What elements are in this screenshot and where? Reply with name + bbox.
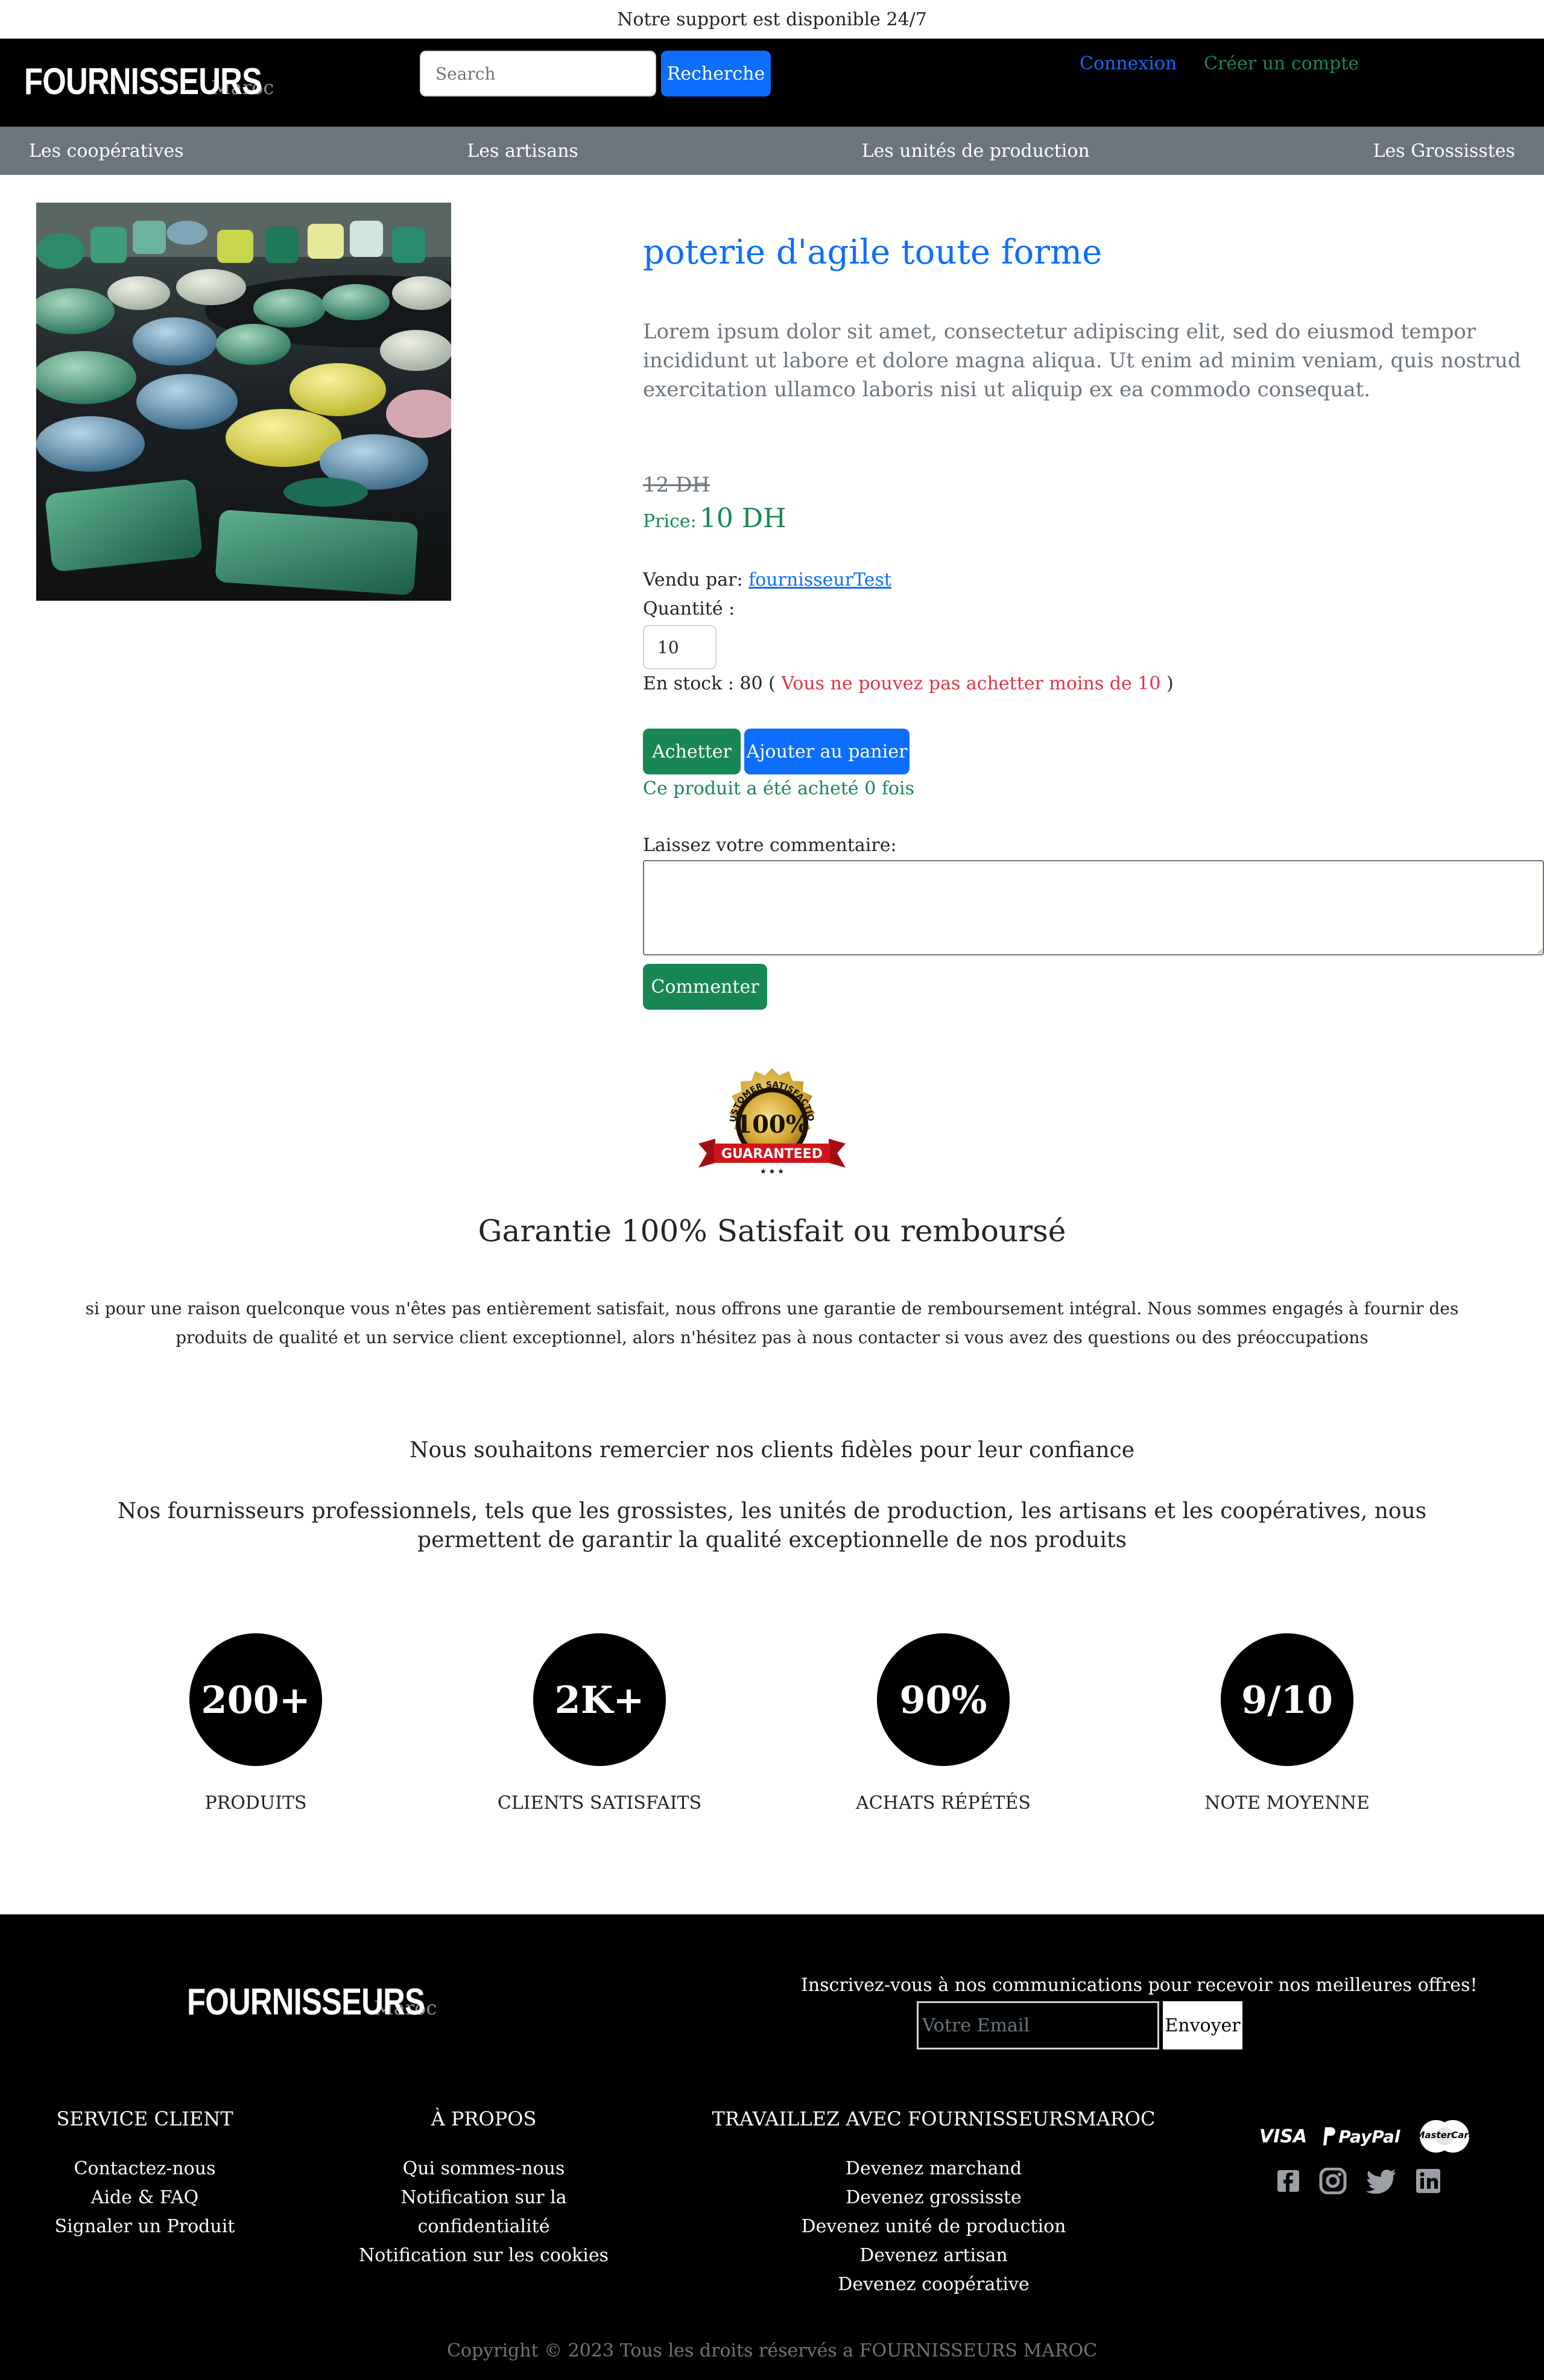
nav-production-units[interactable]: Les unités de production [862, 141, 1090, 162]
signup-link[interactable]: Créer un compte [1204, 53, 1359, 74]
newsletter-email-input[interactable] [917, 2001, 1159, 2049]
category-nav: Les coopératives Les artisans Les unités… [0, 127, 1544, 175]
twitter-icon[interactable] [1365, 2168, 1397, 2196]
old-price: 12 DH [643, 473, 710, 497]
footer-col-work-with-us: TRAVAILLEZ AVEC FOURNISSEURSMAROC Devene… [704, 2107, 1163, 2299]
mastercard-label: MasterCard [1416, 2130, 1475, 2141]
footer-link-merchant[interactable]: Devenez marchand [704, 2154, 1163, 2183]
copyright: Copyright © 2023 Tous les droits réservé… [446, 2340, 1098, 2361]
nav-cooperatives[interactable]: Les coopératives [29, 141, 183, 162]
thanks-heading: Nous souhaitons remercier nos clients fi… [409, 1438, 1135, 1463]
price-value: 10 DH [699, 503, 786, 534]
product-image [36, 203, 451, 601]
comment-textarea[interactable] [643, 860, 1544, 955]
price-label: Price: [643, 511, 697, 532]
badge-mid-text: 100% [735, 1110, 809, 1139]
social-links [1276, 2167, 1441, 2197]
sold-by: Vendu par: fournisseurTest [643, 569, 891, 590]
seller-link[interactable]: fournisseurTest [748, 569, 891, 590]
guarantee-text: si pour une raison quelconque vous n'ête… [85, 1299, 1459, 1347]
footer-link-about-us[interactable]: Qui sommes-nous [333, 2154, 634, 2183]
stat-value: 9/10 [1221, 1633, 1353, 1766]
badge-stars: ★ ★ ★ [760, 1167, 784, 1176]
login-link[interactable]: Connexion [1080, 53, 1177, 74]
comment-button[interactable]: Commenter [643, 964, 767, 1010]
paypal-label: PayPal [1338, 2126, 1400, 2147]
support-banner: Notre support est disponible 24/7 [0, 0, 1544, 39]
nav-wholesalers[interactable]: Les Grossisstes [1373, 141, 1515, 162]
sold-by-label: Vendu par: [643, 569, 743, 590]
stat-label: ACHATS RÉPÉTÉS [856, 1793, 1031, 1814]
stat-value: 90% [877, 1633, 1010, 1766]
stat-clients: 2K+ CLIENTS SATISFAITS [479, 1633, 720, 1814]
paypal-icon: PayPal [1323, 2126, 1400, 2147]
comment-label: Laissez votre commentaire: [643, 835, 897, 856]
product-description: Lorem ipsum dolor sit amet, consectetur … [643, 320, 1521, 402]
footer-link-report[interactable]: Signaler un Produit [24, 2212, 265, 2241]
thanks-text: Nos fournisseurs professionnels, tels qu… [117, 1499, 1427, 1552]
quantity-label: Quantité : [643, 598, 735, 619]
stock-info: En stock : 80 ( Vous ne pouvez pas achet… [643, 673, 1174, 694]
stock-warning: Vous ne pouvez pas achetter moins de 10 [781, 673, 1161, 694]
newsletter-text: Inscrivez-vous à nos communications pour… [801, 1975, 1478, 1996]
footer-col-title: TRAVAILLEZ AVEC FOURNISSEURSMAROC [712, 2107, 1156, 2130]
footer-link-privacy[interactable]: Notification sur la confidentialité [333, 2183, 634, 2241]
visa-icon: VISA [1259, 2125, 1308, 2147]
support-text: Notre support est disponible 24/7 [617, 8, 927, 30]
quantity-input[interactable] [643, 625, 717, 669]
product-title: poterie d'agile toute forme [643, 233, 1103, 272]
price: Price: 10 DH [643, 503, 786, 534]
footer-link-artisan[interactable]: Devenez artisan [704, 2241, 1163, 2270]
footer-col-title: À PROPOS [431, 2107, 537, 2130]
stat-products: 200+ PRODUITS [135, 1633, 376, 1814]
footer-logo-main: FOURNISSEURS [187, 1981, 425, 2023]
stat-rating: 9/10 NOTE MOYENNE [1166, 1633, 1408, 1814]
newsletter-send-button[interactable]: Envoyer [1163, 2001, 1242, 2049]
buy-button[interactable]: Achetter [643, 729, 741, 774]
header: FOURNISSEURS Maroc Recherche Connexion C… [0, 39, 1544, 127]
guarantee-title: Garantie 100% Satisfait ou remboursé [478, 1214, 1066, 1249]
footer-link-faq[interactable]: Aide & FAQ [24, 2183, 265, 2212]
stat-value: 200+ [189, 1633, 322, 1766]
search-input[interactable] [420, 51, 656, 97]
footer-link-wholesaler[interactable]: Devenez grossisste [704, 2183, 1163, 2212]
stat-label: PRODUITS [204, 1793, 307, 1814]
stat-repeat-purchases: 90% ACHATS RÉPÉTÉS [823, 1633, 1064, 1814]
instagram-icon[interactable] [1318, 2167, 1347, 2197]
search-button[interactable]: Recherche [661, 51, 771, 97]
stat-label: CLIENTS SATISFAITS [497, 1793, 702, 1814]
footer-link-cooperative[interactable]: Devenez coopérative [704, 2270, 1163, 2299]
footer-col-about: À PROPOS Qui sommes-nous Notification su… [333, 2107, 634, 2270]
stat-label: NOTE MOYENNE [1204, 1793, 1370, 1814]
badge-banner-text: GUARANTEED [721, 1147, 823, 1162]
linkedin-icon[interactable] [1415, 2168, 1441, 2197]
site-logo[interactable]: FOURNISSEURS Maroc [24, 60, 274, 103]
stat-value: 2K+ [533, 1633, 666, 1766]
footer-col-title: SERVICE CLIENT [56, 2107, 233, 2130]
payment-methods: VISA PayPal MasterCard [1259, 2119, 1475, 2153]
stock-label: En stock : 80 ( [643, 673, 776, 694]
footer-link-contact[interactable]: Contactez-nous [24, 2154, 265, 2183]
footer-col-service: SERVICE CLIENT Contactez-nous Aide & FAQ… [24, 2107, 265, 2241]
logo-main: FOURNISSEURS [24, 61, 262, 103]
nav-artisans[interactable]: Les artisans [467, 141, 578, 162]
footer-logo[interactable]: FOURNISSEURS Maroc [187, 1981, 437, 2024]
paypal-p-glyph [1323, 2127, 1336, 2145]
footer-link-production-unit[interactable]: Devenez unité de production [704, 2212, 1163, 2241]
purchase-count: Ce produit a été acheté 0 fois [643, 778, 914, 799]
add-to-cart-button[interactable]: Ajouter au panier [744, 729, 910, 774]
footer: FOURNISSEURS Maroc Inscrivez-vous à nos … [0, 1914, 1544, 2380]
satisfaction-badge: CUSTOMER SATISFACTION 100% GUARANTEED ★ … [698, 1066, 846, 1176]
stock-close: ) [1166, 673, 1174, 694]
facebook-icon[interactable] [1276, 2169, 1300, 2195]
mastercard-icon: MasterCard [1416, 2119, 1475, 2153]
footer-link-cookies[interactable]: Notification sur les cookies [333, 2241, 634, 2270]
